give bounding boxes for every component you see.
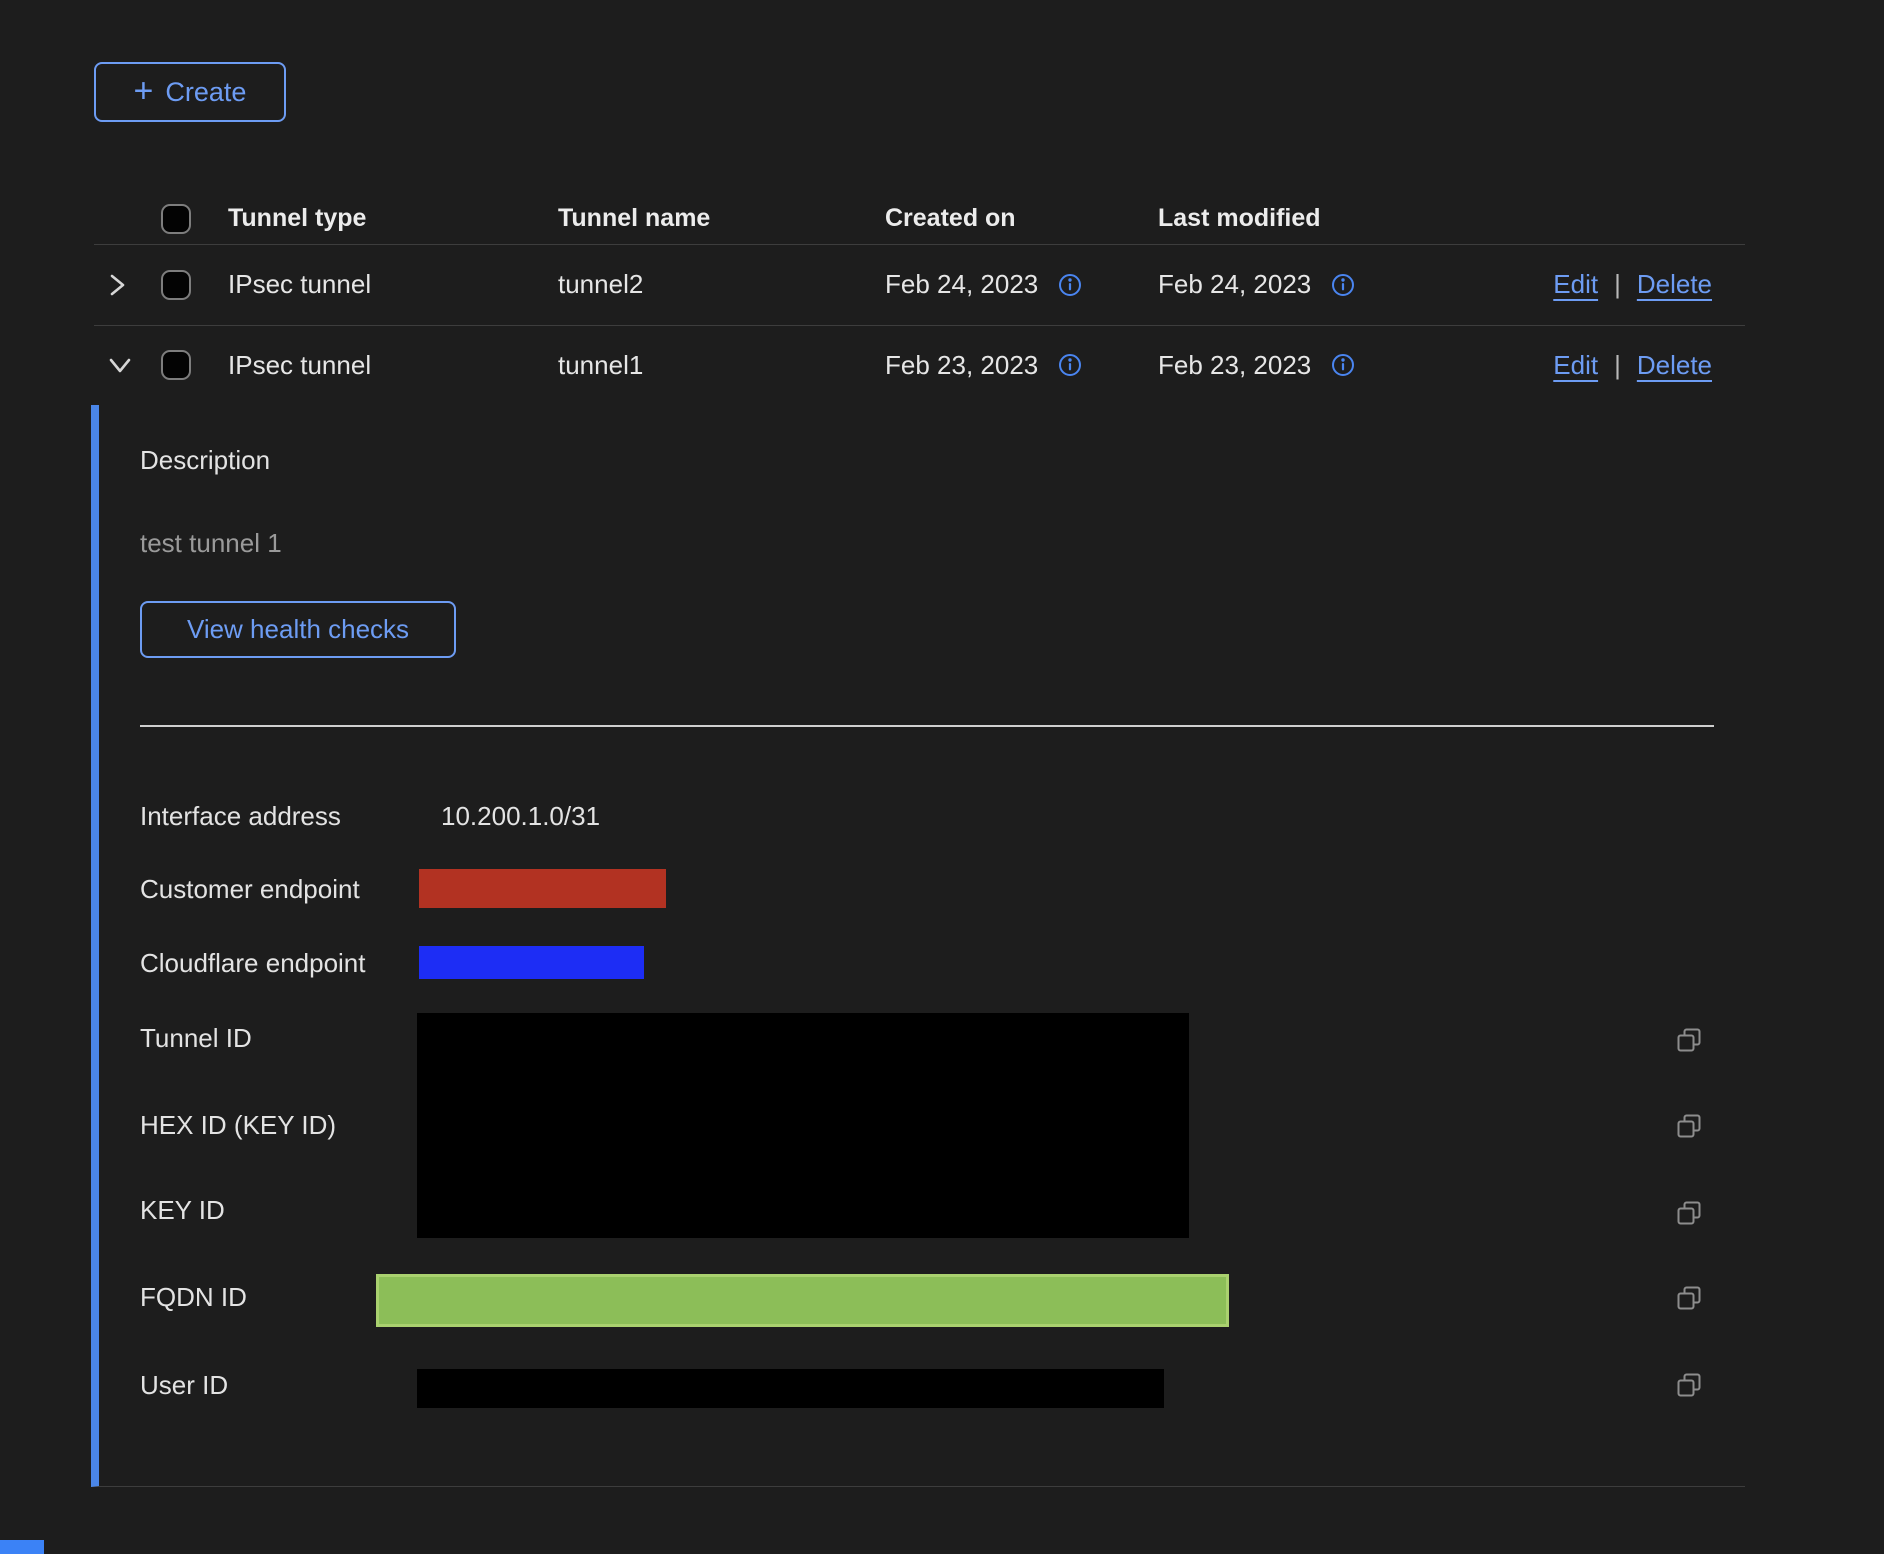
edit-link[interactable]: Edit	[1553, 350, 1598, 381]
copy-hex-id-button[interactable]	[1676, 1113, 1702, 1139]
section-divider	[140, 725, 1714, 727]
select-all-checkbox[interactable]	[161, 204, 191, 234]
create-button[interactable]: + Create	[94, 62, 286, 122]
description-value: test tunnel 1	[140, 527, 282, 559]
header-last-modified: Last modified	[1158, 193, 1321, 244]
chevron-right-icon	[107, 272, 127, 298]
copy-key-id-button[interactable]	[1676, 1200, 1702, 1226]
interface-address-label: Interface address	[140, 800, 341, 832]
cloudflare-endpoint-redacted-value	[419, 946, 644, 979]
header-tunnel-type: Tunnel type	[228, 193, 366, 244]
tunnel-name-cell: tunnel1	[558, 325, 643, 405]
action-separator: |	[1614, 350, 1621, 381]
tunnel-name-cell: tunnel2	[558, 244, 643, 325]
copy-icon	[1676, 1200, 1702, 1226]
copy-user-id-button[interactable]	[1676, 1372, 1702, 1398]
header-created-on: Created on	[885, 193, 1016, 244]
table-header-row: Tunnel type Tunnel name Created on Last …	[94, 193, 1745, 245]
copy-icon	[1676, 1285, 1702, 1311]
cloudflare-endpoint-label: Cloudflare endpoint	[140, 947, 366, 979]
last-modified-cell: Feb 23, 2023	[1158, 350, 1311, 381]
collapse-row-button[interactable]	[107, 325, 133, 405]
chevron-down-icon	[107, 355, 133, 375]
copy-icon	[1676, 1372, 1702, 1398]
expanded-tunnel-panel: Description test tunnel 1 View health ch…	[91, 405, 1745, 1487]
key-id-label: KEY ID	[140, 1194, 225, 1226]
row-checkbox[interactable]	[161, 350, 191, 380]
row-checkbox[interactable]	[161, 270, 191, 300]
copy-icon	[1676, 1027, 1702, 1053]
tunnel-id-label: Tunnel ID	[140, 1022, 252, 1054]
info-icon[interactable]	[1331, 353, 1355, 377]
info-icon[interactable]	[1331, 273, 1355, 297]
info-icon[interactable]	[1058, 273, 1082, 297]
customer-endpoint-label: Customer endpoint	[140, 873, 360, 905]
fqdn-id-redacted-value	[376, 1274, 1229, 1327]
customer-endpoint-redacted-value	[419, 869, 666, 908]
interface-address-value: 10.200.1.0/31	[441, 800, 600, 832]
table-row: IPsec tunnel tunnel2 Feb 24, 2023 Feb 24…	[94, 244, 1745, 326]
table-row: IPsec tunnel tunnel1 Feb 23, 2023 Feb 23…	[94, 325, 1745, 405]
info-icon[interactable]	[1058, 353, 1082, 377]
delete-link[interactable]: Delete	[1637, 269, 1712, 300]
last-modified-cell: Feb 24, 2023	[1158, 269, 1311, 300]
edit-link[interactable]: Edit	[1553, 269, 1598, 300]
user-id-label: User ID	[140, 1369, 228, 1401]
created-on-cell: Feb 24, 2023	[885, 269, 1038, 300]
plus-icon: +	[134, 74, 154, 108]
fqdn-id-label: FQDN ID	[140, 1281, 247, 1313]
tunnels-page: + Create Tunnel type Tunnel name Created…	[0, 0, 1884, 1554]
create-button-label: Create	[165, 77, 246, 108]
copy-tunnel-id-button[interactable]	[1676, 1027, 1702, 1053]
bottom-left-accent-bar	[0, 1540, 44, 1554]
user-id-redacted-value	[417, 1369, 1164, 1408]
expand-row-button[interactable]	[107, 244, 127, 325]
header-tunnel-name: Tunnel name	[558, 193, 710, 244]
tunnel-type-cell: IPsec tunnel	[228, 325, 371, 405]
tunnel-type-cell: IPsec tunnel	[228, 244, 371, 325]
copy-icon	[1676, 1113, 1702, 1139]
hex-id-label: HEX ID (KEY ID)	[140, 1109, 336, 1141]
created-on-cell: Feb 23, 2023	[885, 350, 1038, 381]
action-separator: |	[1614, 269, 1621, 300]
ids-redacted-value	[417, 1013, 1189, 1238]
view-health-checks-button[interactable]: View health checks	[140, 601, 456, 658]
description-label: Description	[140, 444, 270, 476]
delete-link[interactable]: Delete	[1637, 350, 1712, 381]
copy-fqdn-id-button[interactable]	[1676, 1285, 1702, 1311]
